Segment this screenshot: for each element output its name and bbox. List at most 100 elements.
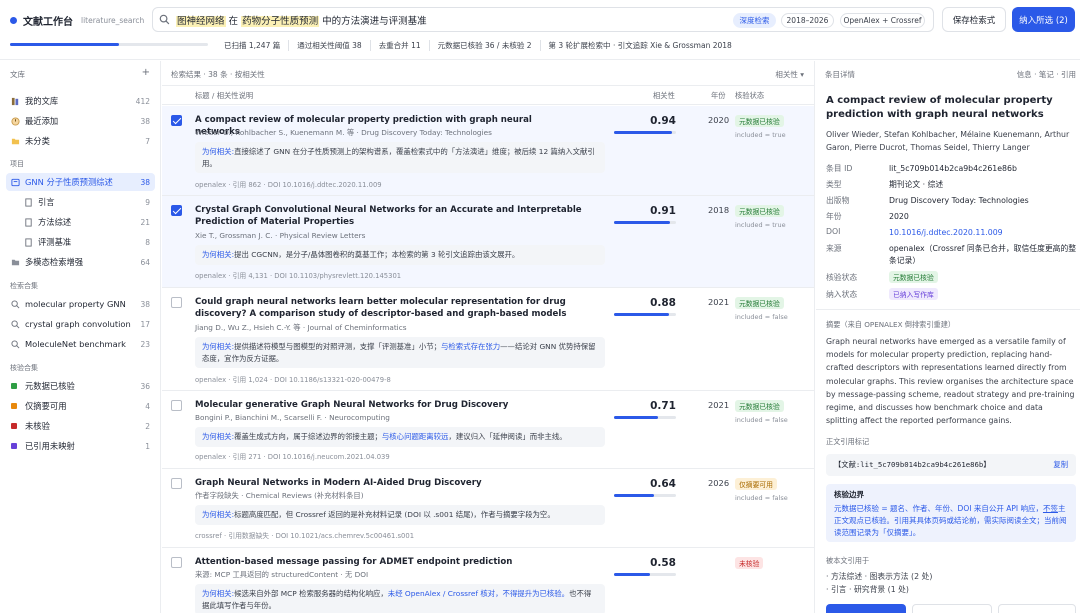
row-checkbox[interactable] xyxy=(171,297,182,308)
result-title[interactable]: Crystal Graph Convolutional Neural Netwo… xyxy=(195,204,605,228)
detail-secondary-button[interactable] xyxy=(912,604,992,613)
status-square-icon xyxy=(11,383,17,389)
row-checkbox[interactable] xyxy=(171,557,182,568)
result-title[interactable]: Could graph neural networks learn better… xyxy=(195,296,605,320)
result-year: 2026 xyxy=(708,478,730,488)
detail-primary-button[interactable] xyxy=(826,604,906,613)
result-row[interactable]: Crystal Graph Convolutional Neural Netwo… xyxy=(162,196,814,288)
sidebar-item-label: 我的文库 xyxy=(25,96,59,106)
chip-year-range[interactable]: 2018–2026 xyxy=(781,13,834,28)
copy-button[interactable]: 复制 xyxy=(1053,460,1068,470)
result-source: crossref · 引用数据缺失 · DOI 10.1021/acs.chem… xyxy=(195,532,415,540)
scan-progress-bar xyxy=(10,43,208,46)
result-row[interactable]: Molecular generative Graph Neural Networ… xyxy=(162,391,814,469)
field-value-type: 期刊论文 · 综述 xyxy=(889,180,944,189)
sidebar-item-recent[interactable]: 最近添加 38 xyxy=(6,112,155,130)
stat-threshold: 通过相关性阈值 38 xyxy=(288,40,369,51)
field-key-journal: 出版物 xyxy=(826,196,850,205)
add-collection-icon[interactable]: + xyxy=(142,67,150,78)
sidebar-item-unmapped[interactable]: 已引用未映射 1 xyxy=(6,437,155,455)
relevance-score: 0.58 xyxy=(650,557,676,569)
citation-marker: 【文献:lit_5c709b014b2ca9b4c261e86b】 xyxy=(834,460,991,469)
result-year: 2018 xyxy=(708,205,730,215)
result-row[interactable]: Graph Neural Networks in Modern AI-Aided… xyxy=(162,469,814,548)
sidebar-item-abstract-only[interactable]: 仅摘要可用 4 xyxy=(6,397,155,415)
stat-scanned: 已扫描 1,247 篇 xyxy=(224,41,281,50)
result-year: 2021 xyxy=(708,297,730,307)
relevance-bar-fill xyxy=(614,416,659,419)
results-panel: 检索结果 · 38 条 · 按相关性 相关性 ▾ 标题 / 相关性说明 相关性 … xyxy=(162,61,815,613)
app-title: 文献工作台 xyxy=(23,17,73,28)
detail-tertiary-button[interactable] xyxy=(998,604,1076,613)
result-row[interactable]: A compact review of molecular property p… xyxy=(162,106,814,196)
result-source: openalex · 引用 271 · DOI 10.1016/j.neucom… xyxy=(195,453,390,461)
field-value-journal: Drug Discovery Today: Technologies xyxy=(889,196,1029,205)
row-checkbox[interactable] xyxy=(171,115,182,126)
section-queries: 检索合集 xyxy=(10,282,38,290)
sidebar-item-query-2[interactable]: crystal graph convolution 17 xyxy=(6,315,155,333)
chip-deep-search[interactable]: 深度检索 xyxy=(733,13,776,28)
relevance-score: 0.94 xyxy=(650,115,676,127)
result-title[interactable]: Molecular generative Graph Neural Networ… xyxy=(195,399,605,411)
included-flag: included = true xyxy=(735,221,786,229)
sidebar: 文库 + 我的文库 412 最近添加 38 未分类 7 项目 GNN 分子性质预测综述… xyxy=(0,61,161,613)
sidebar-item-count: 38 xyxy=(140,116,150,126)
field-value-source: openalex（Crossref 同条已合并，取信任度更高的整条记录） xyxy=(889,244,1077,265)
why-warning: 未经 OpenAlex / Crossref 核对，不得提升为已核验。 xyxy=(387,589,570,598)
row-checkbox[interactable] xyxy=(171,205,182,216)
result-title[interactable]: Graph Neural Networks in Modern AI-Aided… xyxy=(195,477,605,489)
section-verify: 核验合集 xyxy=(10,364,38,372)
folder-icon xyxy=(11,138,20,144)
sidebar-item-gnn-project[interactable]: GNN 分子性质预测综述 38 xyxy=(6,173,155,191)
sidebar-item-unverified[interactable]: 未核验 2 xyxy=(6,417,155,435)
result-title[interactable]: Attention-based message passing for ADME… xyxy=(195,556,605,568)
status-badge: 未核验 xyxy=(735,557,764,569)
status-square-icon xyxy=(11,423,17,429)
sidebar-item-query-1[interactable]: molecular property GNN 38 xyxy=(6,295,155,313)
sidebar-item-count: 8 xyxy=(145,237,150,247)
field-value-id: lit_5c709b014b2ca9b4c261e86b xyxy=(889,164,1017,173)
status-badge: 仅摘要可用 xyxy=(735,478,777,490)
search-input[interactable]: 图神经网络 在 药物分子性质预测 中的方法演进与评测基准 深度检索 2018–2… xyxy=(152,7,934,32)
sidebar-item-verified[interactable]: 元数据已核验 36 xyxy=(6,377,155,395)
app-logo: 文献工作台 literature_search xyxy=(10,13,144,28)
status-badge: 元数据已核验 xyxy=(735,297,784,309)
project-icon xyxy=(11,178,20,186)
detail-header: 条目详情 xyxy=(825,70,855,79)
sidebar-item-my-library[interactable]: 我的文库 412 xyxy=(6,92,155,110)
sidebar-item-query-3[interactable]: MoleculeNet benchmark 23 xyxy=(6,335,155,353)
verification-boundary-note: 核验边界 元数据已核验 = 题名、作者、年份、DOI 来自公开 API 响应，不… xyxy=(826,484,1076,542)
sidebar-item-multimodal[interactable]: 多模态检索增强 64 xyxy=(6,253,155,271)
result-row[interactable]: Could graph neural networks learn better… xyxy=(162,288,814,391)
boundary-emphasis: 不签 xyxy=(1042,504,1058,513)
add-selected-button[interactable]: 纳入所选 (2) xyxy=(1012,7,1075,32)
chip-sources[interactable]: OpenAlex + Crossref xyxy=(840,13,925,28)
result-row[interactable]: Attention-based message passing for ADME… xyxy=(162,548,814,613)
relevance-score: 0.71 xyxy=(650,400,676,412)
referenced-in-item: · 方法综述 · 图表示方法 (2 处) xyxy=(826,572,933,581)
sidebar-item-benchmarks[interactable]: 评测基准 8 xyxy=(6,233,155,251)
detail-tabs[interactable]: 信息 · 笔记 · 引用 xyxy=(1017,69,1076,80)
why-text: 覆盖生成式方向，属于综述边界的邻接主题； xyxy=(234,432,382,441)
why-label: 为何相关: xyxy=(202,589,235,598)
sidebar-item-label: 方法综述 xyxy=(38,217,72,227)
included-flag: included = false xyxy=(735,494,788,502)
sort-dropdown[interactable]: 相关性 ▾ xyxy=(775,69,804,80)
sidebar-item-count: 7 xyxy=(145,136,150,146)
sidebar-item-unsorted[interactable]: 未分类 7 xyxy=(6,132,155,150)
search-icon xyxy=(11,319,20,328)
sidebar-item-intro[interactable]: 引言 9 xyxy=(6,193,155,211)
col-year: 年份 xyxy=(711,91,726,100)
doi-link[interactable]: 10.1016/j.ddtec.2020.11.009 xyxy=(889,227,1077,239)
why-distance: 与核心问题距离较远 xyxy=(381,432,449,441)
sidebar-item-methods[interactable]: 方法综述 21 xyxy=(6,213,155,231)
stat-dedup: 去重合并 11 xyxy=(369,40,429,51)
result-meta: Wieder O., Kohlbacher S., Kuenemann M. 等… xyxy=(195,128,492,137)
save-query-button[interactable]: 保存检索式 xyxy=(942,7,1006,32)
row-checkbox[interactable] xyxy=(171,478,182,489)
row-checkbox[interactable] xyxy=(171,400,182,411)
status-square-icon xyxy=(11,443,17,449)
stats-bar: 已扫描 1,247 篇 通过相关性阈值 38 去重合并 11 元数据已核验 36… xyxy=(224,40,740,51)
included-flag: included = false xyxy=(735,313,788,321)
sidebar-item-count: 9 xyxy=(145,197,150,207)
